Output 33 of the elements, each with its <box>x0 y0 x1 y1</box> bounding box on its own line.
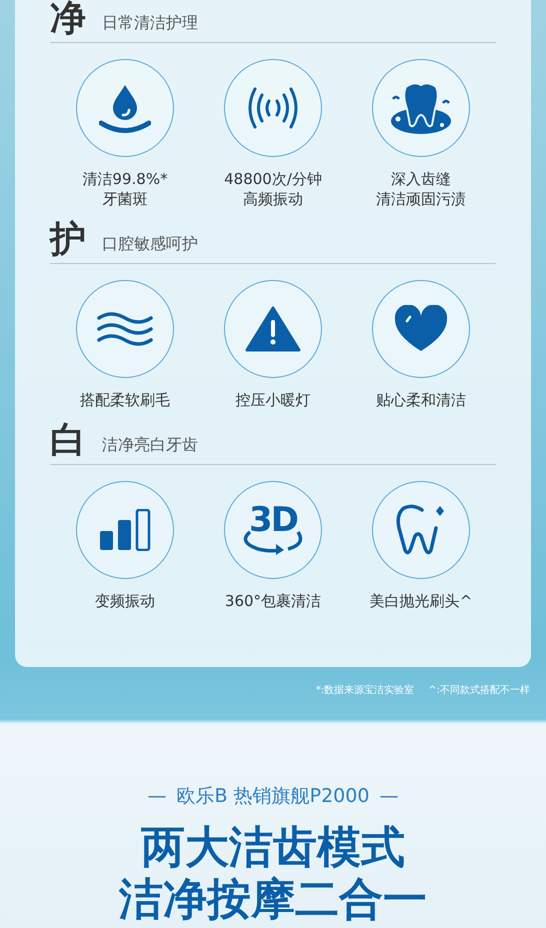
section-subtitle: 口腔敏感呵护 <box>102 233 198 255</box>
tooth-splash-icon <box>390 81 452 135</box>
3d-label: 3D <box>249 504 297 536</box>
section-title: 净 <box>50 0 86 38</box>
dash: — <box>379 784 398 808</box>
feature-label: 清洁顽固污渍 <box>376 189 466 209</box>
rotation-arrow-icon <box>242 530 304 556</box>
footnote: *:数据来源宝洁实验室 <box>316 684 414 698</box>
feature-label: 搭配柔软刷毛 <box>80 390 170 410</box>
feature-label: 控压小暖灯 <box>236 390 310 410</box>
waves-icon <box>97 312 153 346</box>
section-subtitle: 洁净亮白牙齿 <box>102 434 198 456</box>
feature-label: 牙菌斑 <box>102 189 148 209</box>
feature-label: 深入齿缝 <box>390 169 452 189</box>
section-subtitle: 日常清洁护理 <box>102 12 198 34</box>
tagline: 欧乐B 热销旗舰P2000 <box>176 784 370 808</box>
feature-label: 贴心柔和清洁 <box>376 390 466 410</box>
feature-label: 48800次/分钟 <box>224 169 322 189</box>
feature-label: 美白抛光刷头^ <box>370 591 472 611</box>
headline: 洁净按摩二合一 <box>119 874 427 926</box>
heart-icon <box>394 305 448 353</box>
water-drop-icon <box>99 83 151 133</box>
signal-bars-icon <box>99 509 151 551</box>
feature-label: 清洁99.8%* <box>82 169 168 189</box>
headline: 两大洁齿模式 <box>141 822 405 874</box>
dash: — <box>148 784 167 808</box>
feature-label: 360°包裹清洁 <box>224 591 322 611</box>
section-title: 白 <box>50 422 86 460</box>
footnote: ^:不同款式搭配不一样 <box>428 684 530 698</box>
warning-triangle-icon <box>245 306 301 352</box>
feature-label: 高频振动 <box>242 189 304 209</box>
section-title: 护 <box>50 221 86 259</box>
feature-label: 变频振动 <box>95 591 155 611</box>
